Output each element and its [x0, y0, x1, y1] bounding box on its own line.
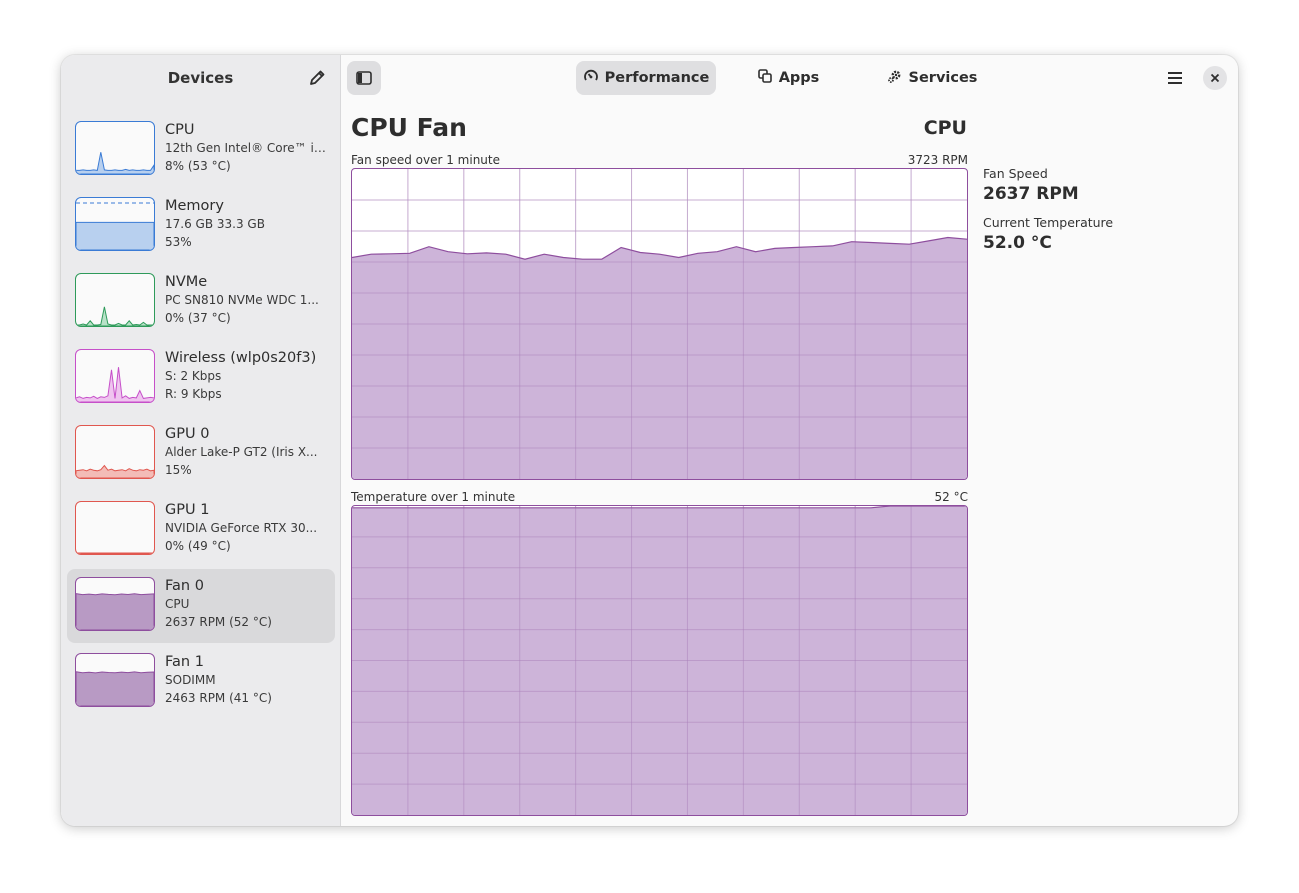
device-item-fan-0[interactable]: Fan 0 CPU 2637 RPM (52 °C) — [67, 569, 335, 643]
device-thumbnail-graph — [75, 501, 155, 555]
fan-speed-graph — [351, 168, 968, 480]
device-name: NVMe — [165, 274, 208, 290]
device-item-gpu-1[interactable]: GPU 1 NVIDIA GeForce RTX 30... 0% (49 °C) — [67, 493, 335, 567]
device-name: GPU 1 — [165, 502, 210, 518]
sidebar-toggle-icon[interactable] — [347, 61, 381, 95]
device-text: NVMe PC SN810 NVMe WDC 1... 0% (37 °C) — [165, 273, 330, 327]
device-detail: 2637 RPM (52 °C) — [165, 615, 272, 629]
device-name: CPU — [165, 122, 195, 138]
tab-services-label: Services — [908, 70, 978, 86]
app-window: Devices CPU 12th Gen Intel® Core™ i7-... 8… — [61, 55, 1238, 826]
fan-graph-max: 3723 RPM — [907, 153, 968, 167]
fan-graph-label: Fan speed over 1 minute — [351, 153, 500, 167]
sidebar-title: Devices — [167, 69, 234, 87]
device-detail: Alder Lake-P GT2 (Iris X... — [165, 445, 318, 459]
thumbnail-usage-area — [76, 671, 154, 706]
device-detail: R: 9 Kbps — [165, 387, 222, 401]
device-detail: 8% (53 °C) — [165, 159, 231, 173]
thumbnail-usage-area — [76, 367, 154, 402]
thumbnail-usage-area — [76, 152, 154, 174]
device-detail: 15% — [165, 463, 192, 477]
device-item-memory[interactable]: Memory 17.6 GB 33.3 GB 53% — [67, 189, 335, 263]
device-detail: CPU — [165, 597, 190, 611]
device-detail: NVIDIA GeForce RTX 30... — [165, 521, 318, 535]
main-panel: Performance Apps Services CPU Fan CPU Fa… — [341, 55, 1238, 826]
hamburger-menu-icon[interactable] — [1163, 66, 1187, 90]
tab-apps-label: Apps — [778, 70, 820, 86]
device-detail: 12th Gen Intel® Core™ i7-... — [165, 141, 330, 155]
speedometer-icon — [583, 68, 599, 88]
device-detail: 2463 RPM (41 °C) — [165, 691, 272, 705]
device-thumbnail-graph — [75, 349, 155, 403]
device-item-wireless-wlp0s20f3[interactable]: Wireless (wlp0s20f3) S: 2 Kbps R: 9 Kbps — [67, 341, 335, 415]
thumbnail-usage-area — [76, 306, 154, 326]
device-detail: 53% — [165, 235, 192, 249]
thumbnail-usage-area — [76, 552, 154, 554]
device-thumbnail-graph — [75, 653, 155, 707]
device-text: Fan 1 SODIMM 2463 RPM (41 °C) — [165, 653, 330, 707]
series-line — [352, 506, 967, 509]
device-text: Fan 0 CPU 2637 RPM (52 °C) — [165, 577, 330, 631]
tab-performance-label: Performance — [604, 70, 710, 86]
pencil-icon[interactable] — [305, 66, 329, 90]
device-name: GPU 0 — [165, 426, 210, 442]
device-text: GPU 0 Alder Lake-P GT2 (Iris X... 15% — [165, 425, 330, 479]
device-detail: 0% (49 °C) — [165, 539, 231, 553]
tab-performance[interactable]: Performance — [576, 61, 716, 95]
device-text: GPU 1 NVIDIA GeForce RTX 30... 0% (49 °C) — [165, 501, 330, 555]
device-name: Fan 0 — [165, 578, 204, 594]
device-detail: SODIMM — [165, 673, 216, 687]
device-detail: 17.6 GB 33.3 GB — [165, 217, 265, 231]
device-item-fan-1[interactable]: Fan 1 SODIMM 2463 RPM (41 °C) — [67, 645, 335, 719]
gears-icon — [887, 68, 903, 88]
device-detail: S: 2 Kbps — [165, 369, 222, 383]
device-thumbnail-graph — [75, 197, 155, 251]
device-sidebar: Devices CPU 12th Gen Intel® Core™ i7-... 8… — [61, 55, 341, 826]
temperature-graph — [351, 505, 968, 816]
device-name: Memory — [165, 198, 224, 214]
current-temperature-label: Current Temperature — [983, 215, 1114, 230]
close-icon[interactable] — [1203, 66, 1227, 90]
thumbnail-usage-area — [76, 464, 154, 478]
sidebar-header: Devices — [61, 55, 340, 101]
device-text: Wireless (wlp0s20f3) S: 2 Kbps R: 9 Kbps — [165, 349, 330, 403]
fan-speed-value: 2637 RPM — [983, 184, 1079, 204]
device-thumbnail-graph — [75, 273, 155, 327]
device-item-nvme[interactable]: NVMe PC SN810 NVMe WDC 1... 0% (37 °C) — [67, 265, 335, 339]
device-name: Fan 1 — [165, 654, 204, 670]
tab-apps[interactable]: Apps — [746, 61, 830, 95]
device-thumbnail-graph — [75, 425, 155, 479]
device-thumbnail-graph — [75, 121, 155, 175]
temp-graph-label: Temperature over 1 minute — [351, 490, 516, 504]
device-name: Wireless (wlp0s20f3) — [165, 350, 317, 366]
windows-icon — [757, 68, 773, 88]
device-detail: PC SN810 NVMe WDC 1... — [165, 293, 319, 307]
fan-speed-label: Fan Speed — [983, 166, 1048, 181]
page-title: CPU Fan — [351, 113, 467, 142]
device-thumbnail-graph — [75, 577, 155, 631]
current-temperature-value: 52.0 °C — [983, 233, 1052, 253]
thumbnail-usage-area — [76, 593, 154, 630]
device-detail: 0% (37 °C) — [165, 311, 231, 325]
temp-graph-max: 52 °C — [934, 490, 968, 504]
page-subtitle: CPU — [923, 117, 967, 139]
series-area — [352, 237, 967, 479]
device-text: Memory 17.6 GB 33.3 GB 53% — [165, 197, 330, 251]
device-item-gpu-0[interactable]: GPU 0 Alder Lake-P GT2 (Iris X... 15% — [67, 417, 335, 491]
thumbnail-usage-area — [76, 221, 154, 250]
tab-services[interactable]: Services — [876, 61, 988, 95]
device-item-cpu[interactable]: CPU 12th Gen Intel® Core™ i7-... 8% (53 °C… — [67, 113, 335, 187]
device-text: CPU 12th Gen Intel® Core™ i7-... 8% (53 °C… — [165, 121, 330, 175]
